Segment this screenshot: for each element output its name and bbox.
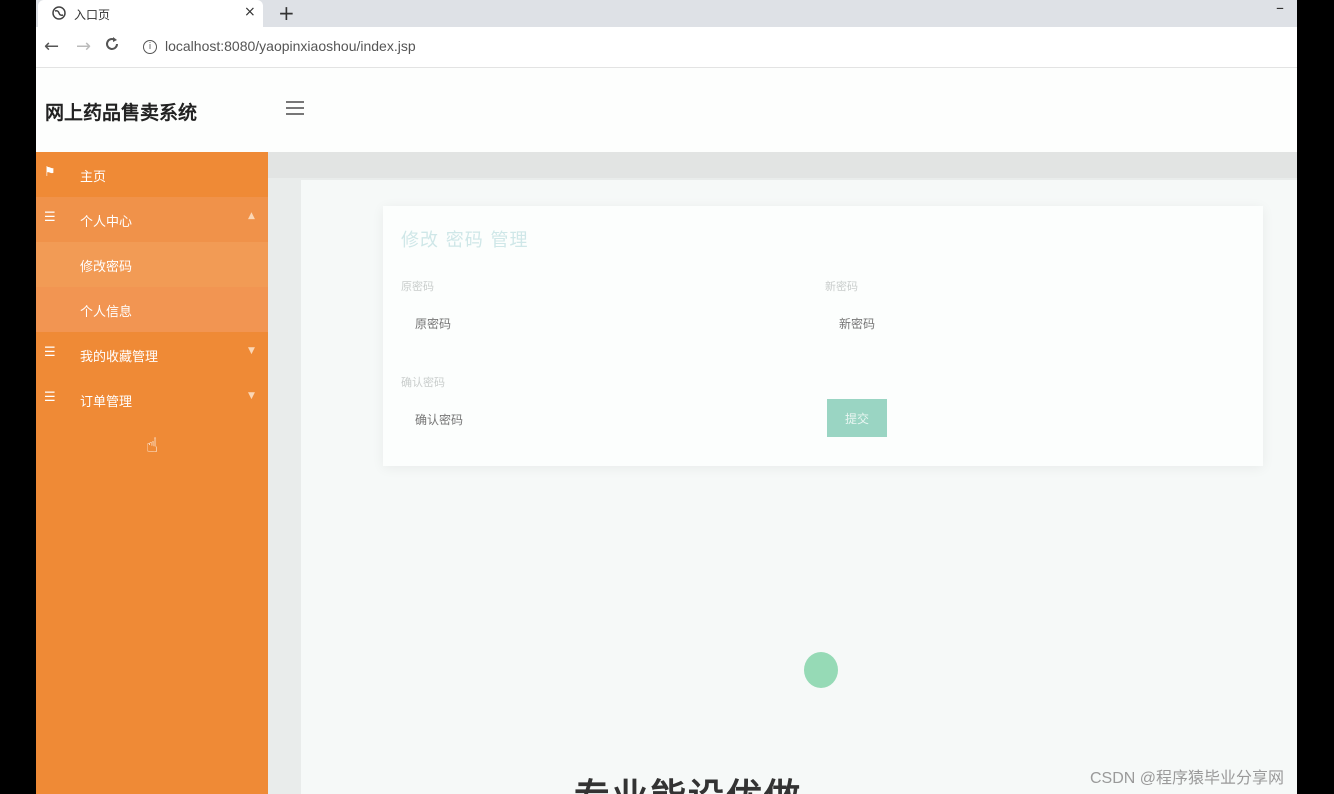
hand-cursor-icon: ☝ bbox=[146, 433, 159, 457]
sidebar-item-personal-info[interactable]: 个人信息 ☝ bbox=[36, 287, 268, 457]
content-top-strip bbox=[268, 152, 1297, 178]
reload-icon[interactable] bbox=[104, 36, 120, 57]
form-title: 修改 密码 管理 bbox=[401, 230, 529, 251]
back-icon[interactable]: ← bbox=[44, 36, 59, 57]
browser-window: 入口页 × + – ← → i localhost:8080/yaopinxia… bbox=[36, 0, 1297, 794]
new-password-label: 新密码 bbox=[825, 280, 858, 293]
sidebar-item-label: 个人信息 bbox=[80, 305, 133, 320]
chevron-up-icon: ▲ bbox=[248, 211, 255, 221]
new-password-input[interactable] bbox=[825, 308, 1221, 340]
browser-tab[interactable]: 入口页 × bbox=[38, 0, 263, 27]
sidebar-item-change-password[interactable]: 修改密码 bbox=[36, 242, 268, 287]
globe-icon bbox=[52, 6, 66, 20]
list-icon: ☰ bbox=[44, 390, 56, 405]
sidebar-item-orders[interactable]: ☰ 订单管理 ▼ bbox=[36, 377, 268, 422]
hamburger-menu-icon[interactable] bbox=[286, 101, 304, 115]
watermark: CSDN @程序猿毕业分享网 bbox=[1090, 770, 1285, 787]
old-password-label: 原密码 bbox=[401, 280, 434, 293]
submit-button[interactable]: 提交 bbox=[827, 399, 887, 437]
main-content: 修改 密码 管理 原密码 新密码 确认密码 提交 专业能设优做 bbox=[268, 152, 1297, 794]
sidebar-item-favorites[interactable]: ☰ 我的收藏管理 ▼ bbox=[36, 332, 268, 377]
sidebar: ⚑ 主页 ☰ 个人中心 ▲ 修改密码 个人信息 ☝ ☰ 我的收藏管理 ▼ ☰ 订… bbox=[36, 152, 268, 794]
app-title: 网上药品售卖系统 bbox=[45, 102, 198, 124]
address-bar: ← → i localhost:8080/yaopinxiaoshou/inde… bbox=[36, 27, 1297, 68]
url-field[interactable]: localhost:8080/yaopinxiaoshou/index.jsp bbox=[165, 38, 416, 54]
sidebar-item-label: 订单管理 bbox=[80, 395, 133, 410]
banner-heading: 专业能设优做 bbox=[574, 768, 802, 794]
reload-icon-glyph bbox=[106, 37, 118, 50]
confirm-password-label: 确认密码 bbox=[401, 376, 445, 389]
sidebar-item-home[interactable]: ⚑ 主页 bbox=[36, 152, 268, 197]
loading-spinner bbox=[804, 652, 838, 688]
close-tab-icon[interactable]: × bbox=[244, 4, 256, 20]
new-tab-button[interactable]: + bbox=[278, 1, 295, 25]
tab-bar: 入口页 × + – bbox=[36, 0, 1297, 27]
forward-icon[interactable]: → bbox=[76, 36, 91, 57]
old-password-input[interactable] bbox=[401, 308, 797, 340]
list-icon: ☰ bbox=[44, 210, 56, 225]
sidebar-item-label: 修改密码 bbox=[80, 260, 133, 275]
screen-border-right bbox=[1297, 0, 1334, 794]
confirm-password-input[interactable] bbox=[401, 404, 797, 436]
chevron-down-icon: ▼ bbox=[248, 391, 255, 401]
sidebar-item-label: 个人中心 bbox=[80, 215, 133, 230]
content-panel: 修改 密码 管理 原密码 新密码 确认密码 提交 专业能设优做 bbox=[301, 180, 1297, 794]
minimize-button[interactable]: – bbox=[1276, 0, 1284, 17]
app-header: 网上药品售卖系统 bbox=[36, 68, 1297, 152]
chevron-down-icon: ▼ bbox=[248, 346, 255, 356]
list-icon: ☰ bbox=[44, 345, 56, 360]
flag-icon: ⚑ bbox=[44, 165, 56, 180]
screen-border-left bbox=[0, 0, 36, 794]
sidebar-item-label: 我的收藏管理 bbox=[80, 350, 159, 365]
sidebar-item-label: 主页 bbox=[80, 170, 107, 185]
info-icon[interactable]: i bbox=[143, 40, 157, 54]
tab-title: 入口页 bbox=[74, 8, 111, 22]
password-form-card: 修改 密码 管理 原密码 新密码 确认密码 提交 bbox=[383, 206, 1263, 466]
sidebar-item-personal-center[interactable]: ☰ 个人中心 ▲ bbox=[36, 197, 268, 242]
